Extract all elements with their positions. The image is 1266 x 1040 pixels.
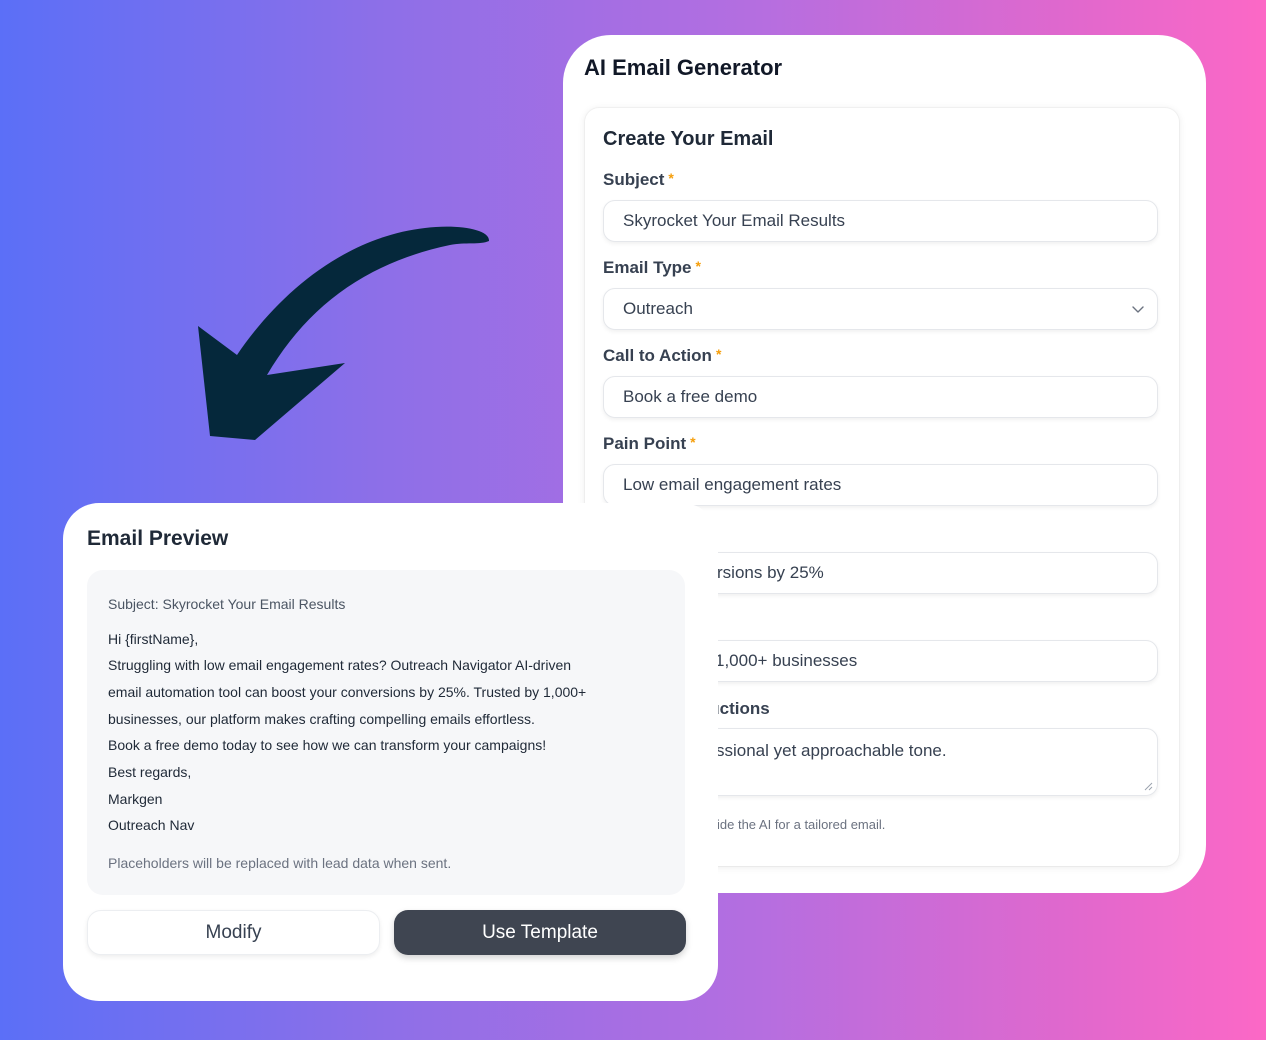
required-mark: * [715,346,722,362]
preview-body-line: Struggling with low email engagement rat… [108,657,572,673]
placeholder-note: Placeholders will be replaced with lead … [108,855,452,871]
form-section-title: Create Your Email [603,128,774,150]
generator-title: AI Email Generator [584,55,783,80]
preview-body-line: Hi {firstName}, [108,631,199,647]
email-preview-card: Email Preview Subject: Skyrocket Your Em… [63,503,718,1001]
required-mark: * [690,434,696,450]
chevron-down-icon [1132,306,1144,313]
pain-point-input[interactable]: Low email engagement rates [603,464,1158,506]
preview-body-line: Book a free demo today to see how we can… [108,737,547,753]
preview-body-line: businesses, our platform makes crafting … [108,711,535,727]
call-to-action-label: Call to Action * [603,346,722,365]
required-mark: * [668,170,674,186]
use-template-button[interactable]: Use Template [394,910,686,955]
email-type-select[interactable]: Outreach [603,288,1158,330]
call-to-action-input[interactable]: Book a free demo [603,376,1158,418]
resize-handle-icon[interactable] [1143,781,1153,791]
subject-input[interactable]: Skyrocket Your Email Results [603,200,1158,242]
modify-button[interactable]: Modify [87,910,380,955]
preview-body-line: Outreach Nav [108,817,195,833]
curved-arrow-icon [198,226,490,440]
preview-content-box: Subject: Skyrocket Your Email Results Hi… [87,570,685,895]
preview-body-line: email automation tool can boost your con… [108,684,587,700]
preview-title: Email Preview [87,527,229,550]
required-mark: * [695,258,701,274]
subject-label: Subject * [603,170,674,189]
pain-point-label: Pain Point * [603,434,696,453]
instructions-helper-text: ide the AI for a tailored email. [717,817,886,832]
email-type-label: Email Type * [603,258,701,277]
preview-body-line: Best regards, [108,764,192,780]
preview-subject-line: Subject: Skyrocket Your Email Results [108,596,346,612]
instructions-value: ssional yet approachable tone. [716,741,947,760]
social-proof-value: 1,000+ businesses [715,651,858,670]
value-proposition-value: rsions by 25% [717,563,824,582]
email-type-value: Outreach [623,299,693,318]
preview-body-line: Markgen [108,791,163,807]
